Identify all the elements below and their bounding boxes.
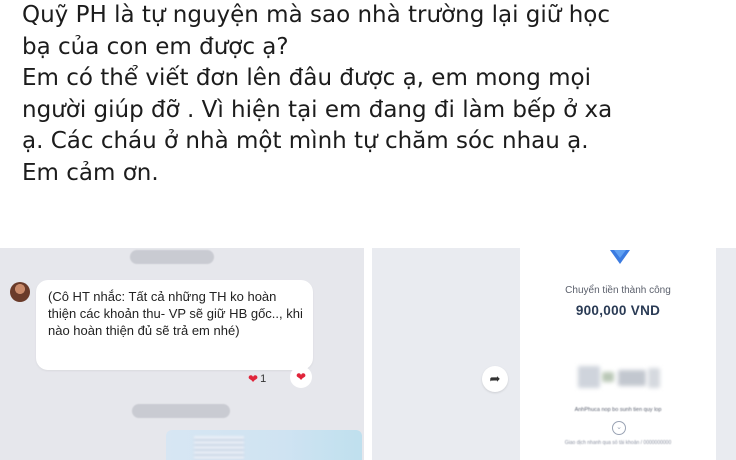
redacted-block [618, 370, 646, 386]
post-line: Em cảm ơn. [22, 159, 159, 186]
avatar [10, 282, 30, 302]
post-line: ạ. Các cháu ở nhà một mình tự chăm sóc n… [22, 128, 589, 154]
post-line: Em có thể viết đơn lên đâu được ạ, em mo… [22, 65, 592, 91]
share-icon[interactable]: ➦ [482, 366, 508, 392]
post-line: Quỹ PH là tự nguyện mà sao nhà trường lạ… [22, 2, 610, 28]
post-body: Quỹ PH là tự nguyện mà sao nhà trường lạ… [22, 0, 722, 189]
heart-icon: ❤ [248, 372, 259, 386]
timestamp-pill [130, 250, 214, 264]
redacted-block [648, 368, 660, 388]
chat-message: (Cô HT nhắc: Tất cả những TH ko hoàn thi… [48, 289, 303, 338]
transfer-amount: 900,000 VND [575, 303, 661, 318]
blurred-image-message[interactable] [166, 430, 362, 460]
chat-bubble: (Cô HT nhắc: Tất cả những TH ko hoàn thi… [36, 280, 313, 370]
blurred-content [194, 436, 244, 460]
reaction-summary[interactable]: ❤ 1 [248, 372, 266, 386]
info-icon[interactable]: ⌄ [612, 421, 626, 435]
reaction-count: 1 [260, 373, 267, 385]
bank-logo-icon [610, 250, 630, 264]
redacted-block [578, 366, 600, 388]
redacted-block [602, 372, 614, 382]
attached-screenshots[interactable]: (Cô HT nhắc: Tất cả những TH ko hoàn thi… [0, 248, 736, 460]
chat-screenshot[interactable]: (Cô HT nhắc: Tất cả những TH ko hoàn thi… [0, 248, 364, 460]
post-line: người giúp đỡ . Vì hiện tại em đang đi l… [22, 96, 613, 123]
transfer-status: Chuyển tiền thành công [565, 285, 671, 296]
timestamp-pill [132, 404, 230, 418]
heart-react-button[interactable]: ❤ [290, 366, 312, 388]
post-line: bạ của con em được ạ? [22, 33, 289, 60]
receipt-footer: Giao dịch nhanh qua số tài khoản / 00000… [564, 440, 672, 446]
transfer-note: AnhPhuca nop bo sunh tien quy lop [574, 407, 662, 413]
transfer-receipt: Chuyển tiền thành công 900,000 VND AnhPh… [520, 248, 716, 460]
